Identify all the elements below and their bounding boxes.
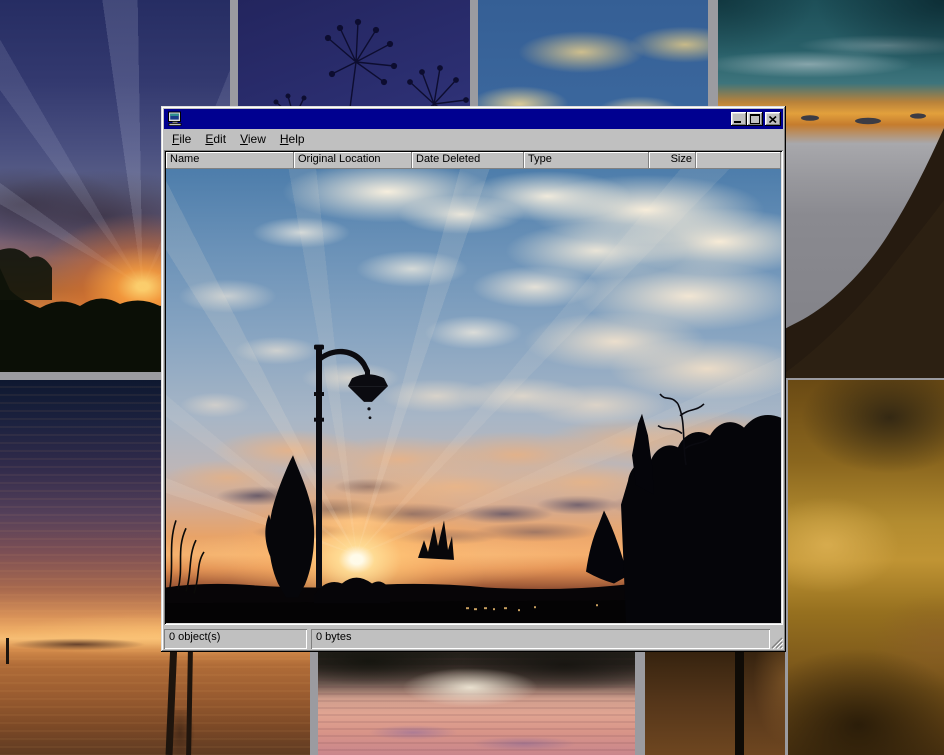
column-header-original-location[interactable]: Original Location bbox=[294, 152, 412, 169]
listview[interactable]: Name Original Location Date Deleted Type… bbox=[164, 150, 783, 625]
column-header-filler bbox=[696, 152, 781, 169]
statusbar: 0 object(s) 0 bytes bbox=[164, 627, 783, 649]
computer-icon bbox=[167, 111, 183, 127]
desktop: { "desktop": { "wallpaper_tiles": [ {"id… bbox=[0, 0, 944, 755]
status-objects: 0 object(s) bbox=[164, 629, 307, 649]
pole-reflection bbox=[160, 710, 200, 755]
recycle-bin-window: File Edit View Help Name Original Locati… bbox=[161, 106, 786, 652]
photo-silhouettes bbox=[166, 169, 781, 623]
menu-help[interactable]: Help bbox=[273, 130, 312, 149]
minimize-icon bbox=[734, 121, 741, 123]
close-button[interactable] bbox=[765, 112, 781, 126]
column-header-size[interactable]: Size bbox=[649, 152, 696, 169]
maximize-icon bbox=[750, 114, 760, 124]
wallpaper-tile-golden-blur bbox=[788, 380, 944, 755]
column-header-date-deleted[interactable]: Date Deleted bbox=[412, 152, 524, 169]
column-header-name[interactable]: Name bbox=[166, 152, 294, 169]
maximize-button[interactable] bbox=[747, 112, 763, 126]
status-bytes: 0 bytes bbox=[311, 629, 770, 649]
sunset-photo bbox=[166, 169, 781, 623]
resize-grip[interactable] bbox=[770, 636, 783, 649]
column-header-type[interactable]: Type bbox=[524, 152, 649, 169]
titlebar[interactable] bbox=[164, 109, 783, 129]
close-icon bbox=[769, 116, 777, 123]
water-pole bbox=[6, 638, 9, 664]
menu-view[interactable]: View bbox=[233, 130, 273, 149]
column-headers: Name Original Location Date Deleted Type… bbox=[166, 152, 781, 169]
minimize-button[interactable] bbox=[731, 112, 747, 126]
menubar: File Edit View Help bbox=[164, 129, 783, 149]
menu-edit[interactable]: Edit bbox=[198, 130, 233, 149]
menu-file[interactable]: File bbox=[165, 130, 198, 149]
